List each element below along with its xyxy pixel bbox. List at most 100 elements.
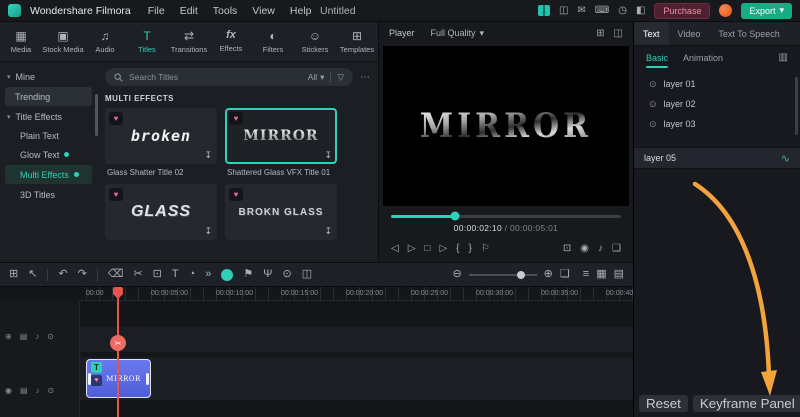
stop-icon[interactable]: □ xyxy=(424,244,430,254)
add-track-icon[interactable]: ⊕ xyxy=(5,333,12,341)
download-icon[interactable]: ↧ xyxy=(204,150,212,161)
player-seek-bar[interactable] xyxy=(391,211,621,221)
redo-icon[interactable]: ↷ xyxy=(78,269,87,280)
layer-list-scrollbar[interactable] xyxy=(795,77,798,135)
download-icon[interactable]: ↧ xyxy=(324,226,332,237)
crop-icon[interactable]: ⊡ xyxy=(153,269,162,280)
save-preset-icon[interactable]: ▥ xyxy=(779,52,788,63)
panel-icon[interactable]: ◧ xyxy=(636,5,645,16)
view-grid-icon[interactable]: ▦ xyxy=(596,269,606,280)
play-icon[interactable]: ▷ xyxy=(408,244,416,254)
next-frame-icon[interactable]: ▷ xyxy=(439,244,447,254)
device-icon[interactable]: ◫ xyxy=(559,5,568,16)
feedback-icon[interactable]: ✉ xyxy=(577,5,585,16)
tab-audio[interactable]: ♫ Audio xyxy=(84,22,126,61)
menu-edit[interactable]: Edit xyxy=(180,5,198,17)
screen-record-icon[interactable]: ⊙ xyxy=(282,269,291,280)
gift-icon[interactable] xyxy=(537,5,550,16)
favorite-badge[interactable]: ♥ xyxy=(109,188,123,201)
title-thumbnail[interactable]: ♥ GLASS ↧ xyxy=(105,184,217,240)
text-tool-icon[interactable]: T xyxy=(172,269,179,280)
view-list-icon[interactable]: ≡ xyxy=(583,269,589,280)
keyframe-panel-button[interactable]: Keyframe Panel xyxy=(692,395,800,412)
title-thumbnail[interactable]: ♥ BROKN GLASS ↧ xyxy=(225,184,337,240)
tab-text-to-speech[interactable]: Text To Speech xyxy=(709,22,788,45)
menu-file[interactable]: File xyxy=(148,5,165,17)
favorite-badge[interactable]: ♥ xyxy=(109,112,123,125)
history-icon[interactable]: ◷ xyxy=(618,5,627,16)
track-record-icon[interactable]: ◉ xyxy=(5,387,12,395)
sidebar-item-plain-text[interactable]: Plain Text xyxy=(0,126,97,145)
layer-item[interactable]: ⊙ layer 02 xyxy=(634,94,800,114)
delete-icon[interactable]: ⌫ xyxy=(108,269,124,280)
layout-grid-icon[interactable]: ⊞ xyxy=(9,269,18,280)
sidebar-item-glow-text[interactable]: Glow Text xyxy=(0,145,97,164)
tab-video[interactable]: Video xyxy=(669,22,710,45)
view-compact-icon[interactable]: ▤ xyxy=(614,269,624,280)
sidebar-item-mine[interactable]: ▾ Mine xyxy=(0,67,97,86)
account-avatar[interactable] xyxy=(719,4,733,17)
timeline-ruler[interactable]: 00:00 00:00:05:00 00:00:10:00 00:00:15:0… xyxy=(80,287,633,301)
timeline-track-1[interactable] xyxy=(80,327,633,352)
chroma-key-icon[interactable] xyxy=(221,268,234,281)
tab-stickers[interactable]: ☺ Stickers xyxy=(294,22,336,61)
selected-layer-bar[interactable]: layer 05 ∿ xyxy=(634,147,800,169)
playhead-cut-button[interactable]: ✂ xyxy=(110,335,126,351)
subtab-basic[interactable]: Basic xyxy=(646,46,669,69)
previous-frame-icon[interactable]: ◁ xyxy=(391,244,399,254)
download-icon[interactable]: ↧ xyxy=(324,150,332,161)
voiceover-mic-icon[interactable]: Ψ xyxy=(263,269,272,280)
compare-view-icon[interactable]: ◫ xyxy=(614,28,623,39)
purchase-button[interactable]: Purchase xyxy=(654,2,711,19)
tab-transitions[interactable]: ⇄ Transitions xyxy=(168,22,210,61)
player-seek-knob[interactable] xyxy=(450,211,460,221)
snapshot-icon[interactable]: ◉ xyxy=(580,244,589,254)
sidebar-item-title-effects[interactable]: ▾ Title Effects xyxy=(0,107,97,126)
mark-in-icon[interactable]: { xyxy=(456,244,459,254)
track-mute-icon[interactable]: ♪ xyxy=(35,333,39,341)
tab-stock-media[interactable]: ▣ Stock Media xyxy=(42,22,84,61)
sidebar-scrollbar[interactable] xyxy=(95,94,98,136)
filter-all-dropdown[interactable]: All ▾ xyxy=(308,72,325,83)
sidebar-item-multi-effects[interactable]: Multi Effects xyxy=(5,165,92,184)
more-tools-icon[interactable]: » xyxy=(205,269,211,280)
track-mute-icon[interactable]: ♪ xyxy=(36,387,40,395)
menu-view[interactable]: View xyxy=(252,5,275,17)
search-input[interactable]: Search Titles All ▾ ▽ xyxy=(105,68,353,86)
shortcut-keyboard-icon[interactable]: ⌨ xyxy=(595,5,609,16)
undo-icon[interactable]: ↶ xyxy=(58,269,67,280)
favorite-badge[interactable]: ♥ xyxy=(229,112,243,125)
menu-help[interactable]: Help xyxy=(290,5,312,17)
zoom-out-icon[interactable]: ⊖ xyxy=(452,269,461,280)
more-options-icon[interactable]: ⋯ xyxy=(360,72,370,83)
subtab-animation[interactable]: Animation xyxy=(683,46,723,69)
reset-button[interactable]: Reset xyxy=(639,395,688,412)
volume-icon[interactable]: ♪ xyxy=(598,244,603,254)
menu-tools[interactable]: Tools xyxy=(213,5,238,17)
sidebar-item-3d-titles[interactable]: 3D Titles xyxy=(0,185,97,204)
track-media-icon[interactable]: ▤ xyxy=(20,387,28,395)
export-button[interactable]: Export ▾ xyxy=(741,2,792,19)
split-screen-icon[interactable]: ◫ xyxy=(302,269,312,280)
marker-icon[interactable]: ⚑ xyxy=(243,269,253,280)
tab-effects[interactable]: fx Effects xyxy=(210,22,252,61)
playhead-handle[interactable] xyxy=(113,287,123,299)
fullscreen-icon[interactable]: ❏ xyxy=(612,244,621,254)
track-media-icon[interactable]: ▤ xyxy=(20,333,28,341)
quality-dropdown[interactable]: Full Quality ▾ xyxy=(431,28,485,39)
mirror-display-icon[interactable]: ⊡ xyxy=(563,244,571,254)
layer-item[interactable]: ⊙ layer 03 xyxy=(634,114,800,134)
tab-titles[interactable]: T Titles xyxy=(126,22,168,61)
playhead[interactable]: ✂ xyxy=(110,287,126,417)
favorite-badge[interactable]: ♥ xyxy=(229,188,243,201)
title-thumbnail-selected[interactable]: ♥ MIRROR ↧ xyxy=(225,108,337,164)
tab-filters[interactable]: ◐ Filters xyxy=(252,22,294,61)
zoom-slider[interactable] xyxy=(468,270,537,279)
tab-media[interactable]: ▦ Media xyxy=(0,22,42,61)
tab-text[interactable]: Text xyxy=(634,22,669,45)
title-thumbnail[interactable]: ♥ broken ↧ xyxy=(105,108,217,164)
fit-timeline-icon[interactable]: ❏ xyxy=(560,269,570,280)
split-scissors-icon[interactable]: ✂ xyxy=(133,269,142,280)
zoom-slider-knob[interactable] xyxy=(516,270,525,279)
mark-out-icon[interactable]: } xyxy=(469,244,472,254)
